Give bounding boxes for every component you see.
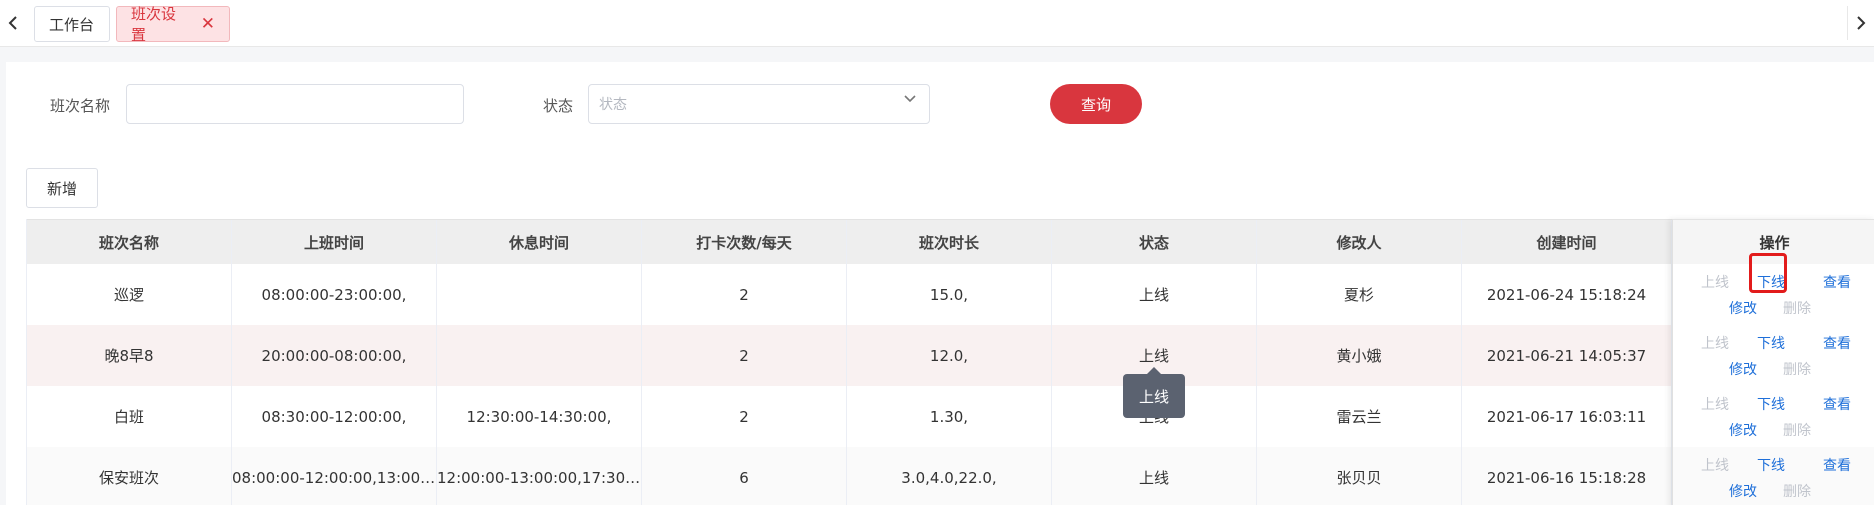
- tab-bar: 工作台 班次设置 ✕: [0, 0, 1874, 47]
- status-select[interactable]: 状态: [588, 84, 930, 124]
- cell-shift-name: 白班: [27, 386, 232, 447]
- table-row: 巡逻 08:00:00-23:00:00, 2 15.0, 上线 夏杉 2021…: [27, 264, 1672, 326]
- cell-rest-time: [437, 264, 642, 325]
- table-row: 保安班次 08:00:00-12:00:00,13:00:00... 12:00…: [27, 447, 1672, 505]
- header-modifier: 修改人: [1257, 220, 1462, 265]
- tab-workbench[interactable]: 工作台: [34, 6, 110, 42]
- table-row: 晚8早8 20:00:00-08:00:00, 2 12.0, 上线 黄小娥 2…: [27, 325, 1672, 387]
- cell-modifier: 雷云兰: [1257, 386, 1462, 447]
- header-punch-count: 打卡次数/每天: [642, 220, 847, 265]
- cell-punch-count: 2: [642, 325, 847, 386]
- cell-duration: 12.0,: [847, 325, 1052, 386]
- header-status: 状态: [1052, 220, 1257, 265]
- edit-button[interactable]: 修改: [1729, 420, 1757, 440]
- shift-name-input[interactable]: [126, 84, 464, 124]
- status-placeholder: 状态: [599, 97, 627, 113]
- delete-button[interactable]: 删除: [1783, 298, 1811, 318]
- tab-label: 工作台: [49, 15, 95, 34]
- header-shift-name: 班次名称: [27, 220, 232, 265]
- status-tooltip: 上线: [1123, 367, 1185, 418]
- table-header: 班次名称 上班时间 休息时间 打卡次数/每天 班次时长 状态 修改人 创建时间: [27, 219, 1672, 266]
- online-button[interactable]: 上线: [1701, 333, 1729, 353]
- view-button[interactable]: 查看: [1823, 394, 1851, 414]
- view-button[interactable]: 查看: [1823, 455, 1851, 475]
- offline-button[interactable]: 下线: [1757, 455, 1785, 475]
- tab-label: 班次设置: [131, 5, 177, 44]
- header-rest-time: 休息时间: [437, 220, 642, 265]
- cell-rest-time: 12:30:00-14:30:00,: [437, 386, 642, 447]
- header-operations: 操作: [1673, 219, 1874, 266]
- cell-shift-name: 晚8早8: [27, 325, 232, 386]
- operations-cell: 上线 下线 查看 修改 删除: [1673, 447, 1874, 505]
- cell-work-time-text: 08:00:00-12:00:00,13:00:00...: [232, 468, 436, 487]
- shift-table: 班次名称 上班时间 休息时间 打卡次数/每天 班次时长 状态 修改人 创建时间 …: [26, 219, 1874, 505]
- edit-button[interactable]: 修改: [1729, 298, 1757, 318]
- header-created-time: 创建时间: [1462, 220, 1672, 265]
- online-button[interactable]: 上线: [1701, 272, 1729, 292]
- cell-rest-time: [437, 325, 642, 386]
- cell-status: 上线: [1052, 264, 1257, 325]
- cell-work-time: 20:00:00-08:00:00,: [232, 325, 437, 386]
- cell-rest-time-text: 12:00:00-13:00:00,17:30:00...: [437, 468, 641, 487]
- operations-cell: 上线 下线 查看 修改 删除: [1673, 325, 1874, 387]
- cell-created-time: 2021-06-16 15:18:28: [1462, 447, 1672, 505]
- cell-work-time: 08:00:00-23:00:00,: [232, 264, 437, 325]
- chevron-left-icon[interactable]: [0, 6, 26, 40]
- online-button[interactable]: 上线: [1701, 394, 1729, 414]
- cell-created-time: 2021-06-24 15:18:24: [1462, 264, 1672, 325]
- edit-button[interactable]: 修改: [1729, 359, 1757, 379]
- cell-duration: 3.0,4.0,22.0,: [847, 447, 1052, 505]
- header-work-time: 上班时间: [232, 220, 437, 265]
- query-button[interactable]: 查询: [1050, 84, 1142, 124]
- cell-created-time: 2021-06-21 14:05:37: [1462, 325, 1672, 386]
- cell-punch-count: 6: [642, 447, 847, 505]
- cell-modifier: 张贝贝: [1257, 447, 1462, 505]
- cell-created-time: 2021-06-17 16:03:11: [1462, 386, 1672, 447]
- chevron-down-icon: [903, 92, 917, 108]
- cell-work-time: 08:00:00-12:00:00,13:00:00...: [232, 447, 437, 505]
- cell-modifier: 黄小娥: [1257, 325, 1462, 386]
- main-card: 班次名称 状态 状态 查询 新增 班次名称 上班时间 休息时间 打卡次数/每天 …: [6, 62, 1874, 505]
- delete-button[interactable]: 删除: [1783, 481, 1811, 501]
- table-row: 白班 08:30:00-12:00:00, 12:30:00-14:30:00,…: [27, 386, 1672, 448]
- operations-column: 操作 上线 下线 查看 修改 删除 上线 下线 查看 修改 删除 上线 下线 查…: [1672, 219, 1874, 505]
- cell-duration: 1.30,: [847, 386, 1052, 447]
- cell-status: 上线: [1052, 447, 1257, 505]
- close-icon[interactable]: ✕: [201, 15, 215, 33]
- delete-button[interactable]: 删除: [1783, 359, 1811, 379]
- cell-duration: 15.0,: [847, 264, 1052, 325]
- cell-work-time: 08:30:00-12:00:00,: [232, 386, 437, 447]
- offline-button[interactable]: 下线: [1757, 272, 1785, 292]
- shift-name-label: 班次名称: [50, 97, 111, 115]
- header-duration: 班次时长: [847, 220, 1052, 265]
- delete-button[interactable]: 删除: [1783, 420, 1811, 440]
- add-button[interactable]: 新增: [26, 168, 98, 208]
- tab-shift-settings[interactable]: 班次设置 ✕: [116, 5, 230, 44]
- cell-shift-name: 巡逻: [27, 264, 232, 325]
- cell-punch-count: 2: [642, 386, 847, 447]
- cell-modifier: 夏杉: [1257, 264, 1462, 325]
- cell-rest-time: 12:00:00-13:00:00,17:30:00...: [437, 447, 642, 505]
- view-button[interactable]: 查看: [1823, 272, 1851, 292]
- operations-cell: 上线 下线 查看 修改 删除: [1673, 264, 1874, 326]
- cell-punch-count: 2: [642, 264, 847, 325]
- offline-button[interactable]: 下线: [1757, 394, 1785, 414]
- chevron-right-icon[interactable]: [1847, 6, 1874, 40]
- status-label: 状态: [543, 97, 574, 115]
- online-button[interactable]: 上线: [1701, 455, 1729, 475]
- operations-cell: 上线 下线 查看 修改 删除: [1673, 386, 1874, 448]
- view-button[interactable]: 查看: [1823, 333, 1851, 353]
- cell-shift-name: 保安班次: [27, 447, 232, 505]
- edit-button[interactable]: 修改: [1729, 481, 1757, 501]
- offline-button[interactable]: 下线: [1757, 333, 1785, 353]
